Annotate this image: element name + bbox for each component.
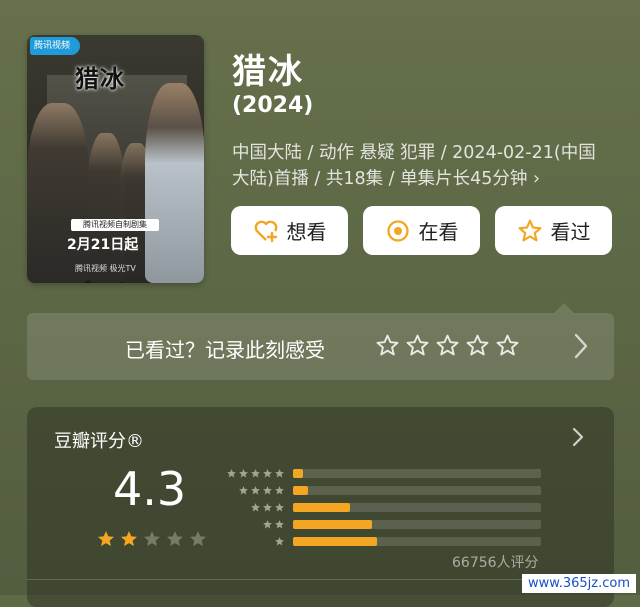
poster-tag: 腾讯视频自制剧集 — [71, 219, 159, 231]
rating-bar-fill — [293, 519, 373, 529]
small-star-icon — [275, 536, 284, 545]
star-empty-icon — [144, 531, 160, 547]
rating-bar-track — [293, 536, 541, 546]
small-star-icon — [239, 468, 248, 477]
watermark: www.365jz.com — [522, 574, 636, 593]
rating-bar-track — [293, 519, 541, 529]
rating-bar-track — [293, 485, 541, 495]
watching-button[interactable]: 在看 — [363, 206, 480, 255]
want-to-watch-button[interactable]: 想看 — [231, 206, 348, 255]
target-icon — [385, 218, 411, 244]
heart-plus-icon — [253, 218, 279, 244]
rating-row-1-star — [223, 534, 541, 548]
star-outline-icon[interactable] — [405, 333, 430, 358]
star-level-label — [223, 485, 285, 496]
rating-row-5-star — [223, 466, 541, 480]
rating-bar-track — [293, 502, 541, 512]
rating-row-2-star — [223, 517, 541, 531]
star-outline-icon[interactable] — [435, 333, 460, 358]
rating-row-3-star — [223, 500, 541, 514]
rating-bar-fill — [293, 485, 308, 495]
star-empty-icon — [190, 531, 206, 547]
rating-bar-fill — [293, 468, 303, 478]
small-star-icon — [251, 502, 260, 511]
poster-date: 2月21日起 — [67, 237, 139, 253]
rating-count: 66756人评分 — [452, 555, 539, 571]
tencent-video-logo: 腾讯视频 — [30, 37, 80, 55]
small-star-icon — [275, 485, 284, 494]
rating-stars-input[interactable] — [375, 333, 520, 358]
rating-score: 4.3 — [113, 462, 187, 516]
rating-row-4-star — [223, 483, 541, 497]
rate-prompt-text: 已看过？记录此刻感受 — [125, 338, 325, 362]
star-level-label — [223, 536, 285, 547]
star-outline-icon[interactable] — [375, 333, 400, 358]
small-star-icon — [239, 485, 248, 494]
movie-meta[interactable]: 中国大陆 / 动作 悬疑 犯罪 / 2024-02-21(中国大陆)首播 / 共… — [232, 140, 607, 192]
want-label: 想看 — [286, 220, 327, 244]
rating-header: 豆瓣评分® — [54, 431, 144, 452]
rating-bar-fill — [293, 502, 351, 512]
star-empty-icon — [167, 531, 183, 547]
small-star-icon — [227, 468, 236, 477]
poster-image[interactable]: 腾讯视频 猎冰 腾讯视频自制剧集 2月21日起 腾讯视频 极光TV — [27, 35, 204, 283]
small-star-icon — [251, 485, 260, 494]
watched-button[interactable]: 看过 — [495, 206, 612, 255]
star-outline-icon[interactable] — [465, 333, 490, 358]
small-star-icon — [263, 502, 272, 511]
small-star-icon — [251, 468, 260, 477]
small-star-icon — [275, 519, 284, 528]
star-level-label — [223, 502, 285, 513]
chevron-right-icon[interactable] — [572, 427, 584, 451]
small-star-icon — [263, 485, 272, 494]
small-star-icon — [275, 502, 284, 511]
poster-brand: 腾讯视频 极光TV — [75, 264, 136, 273]
watched-label: 看过 — [550, 220, 591, 244]
chevron-right-icon[interactable] — [574, 333, 588, 363]
star-level-label — [223, 468, 285, 479]
small-star-icon — [263, 468, 272, 477]
star-filled-icon — [98, 531, 114, 547]
score-stars — [96, 529, 208, 549]
star-outline-icon[interactable] — [495, 333, 520, 358]
star-level-label — [223, 519, 285, 530]
rating-bar-fill — [293, 536, 378, 546]
rate-prompt-card[interactable]: 已看过？记录此刻感受 — [27, 303, 614, 380]
release-year: (2024) — [232, 93, 314, 118]
small-star-icon — [263, 519, 272, 528]
poster-title: 猎冰 — [75, 64, 125, 93]
rating-bar-track — [293, 468, 541, 478]
star-outline-icon — [517, 218, 543, 244]
page-title: 猎冰 — [232, 52, 304, 92]
small-star-icon — [275, 468, 284, 477]
watching-label: 在看 — [418, 220, 459, 244]
star-filled-icon — [121, 531, 137, 547]
